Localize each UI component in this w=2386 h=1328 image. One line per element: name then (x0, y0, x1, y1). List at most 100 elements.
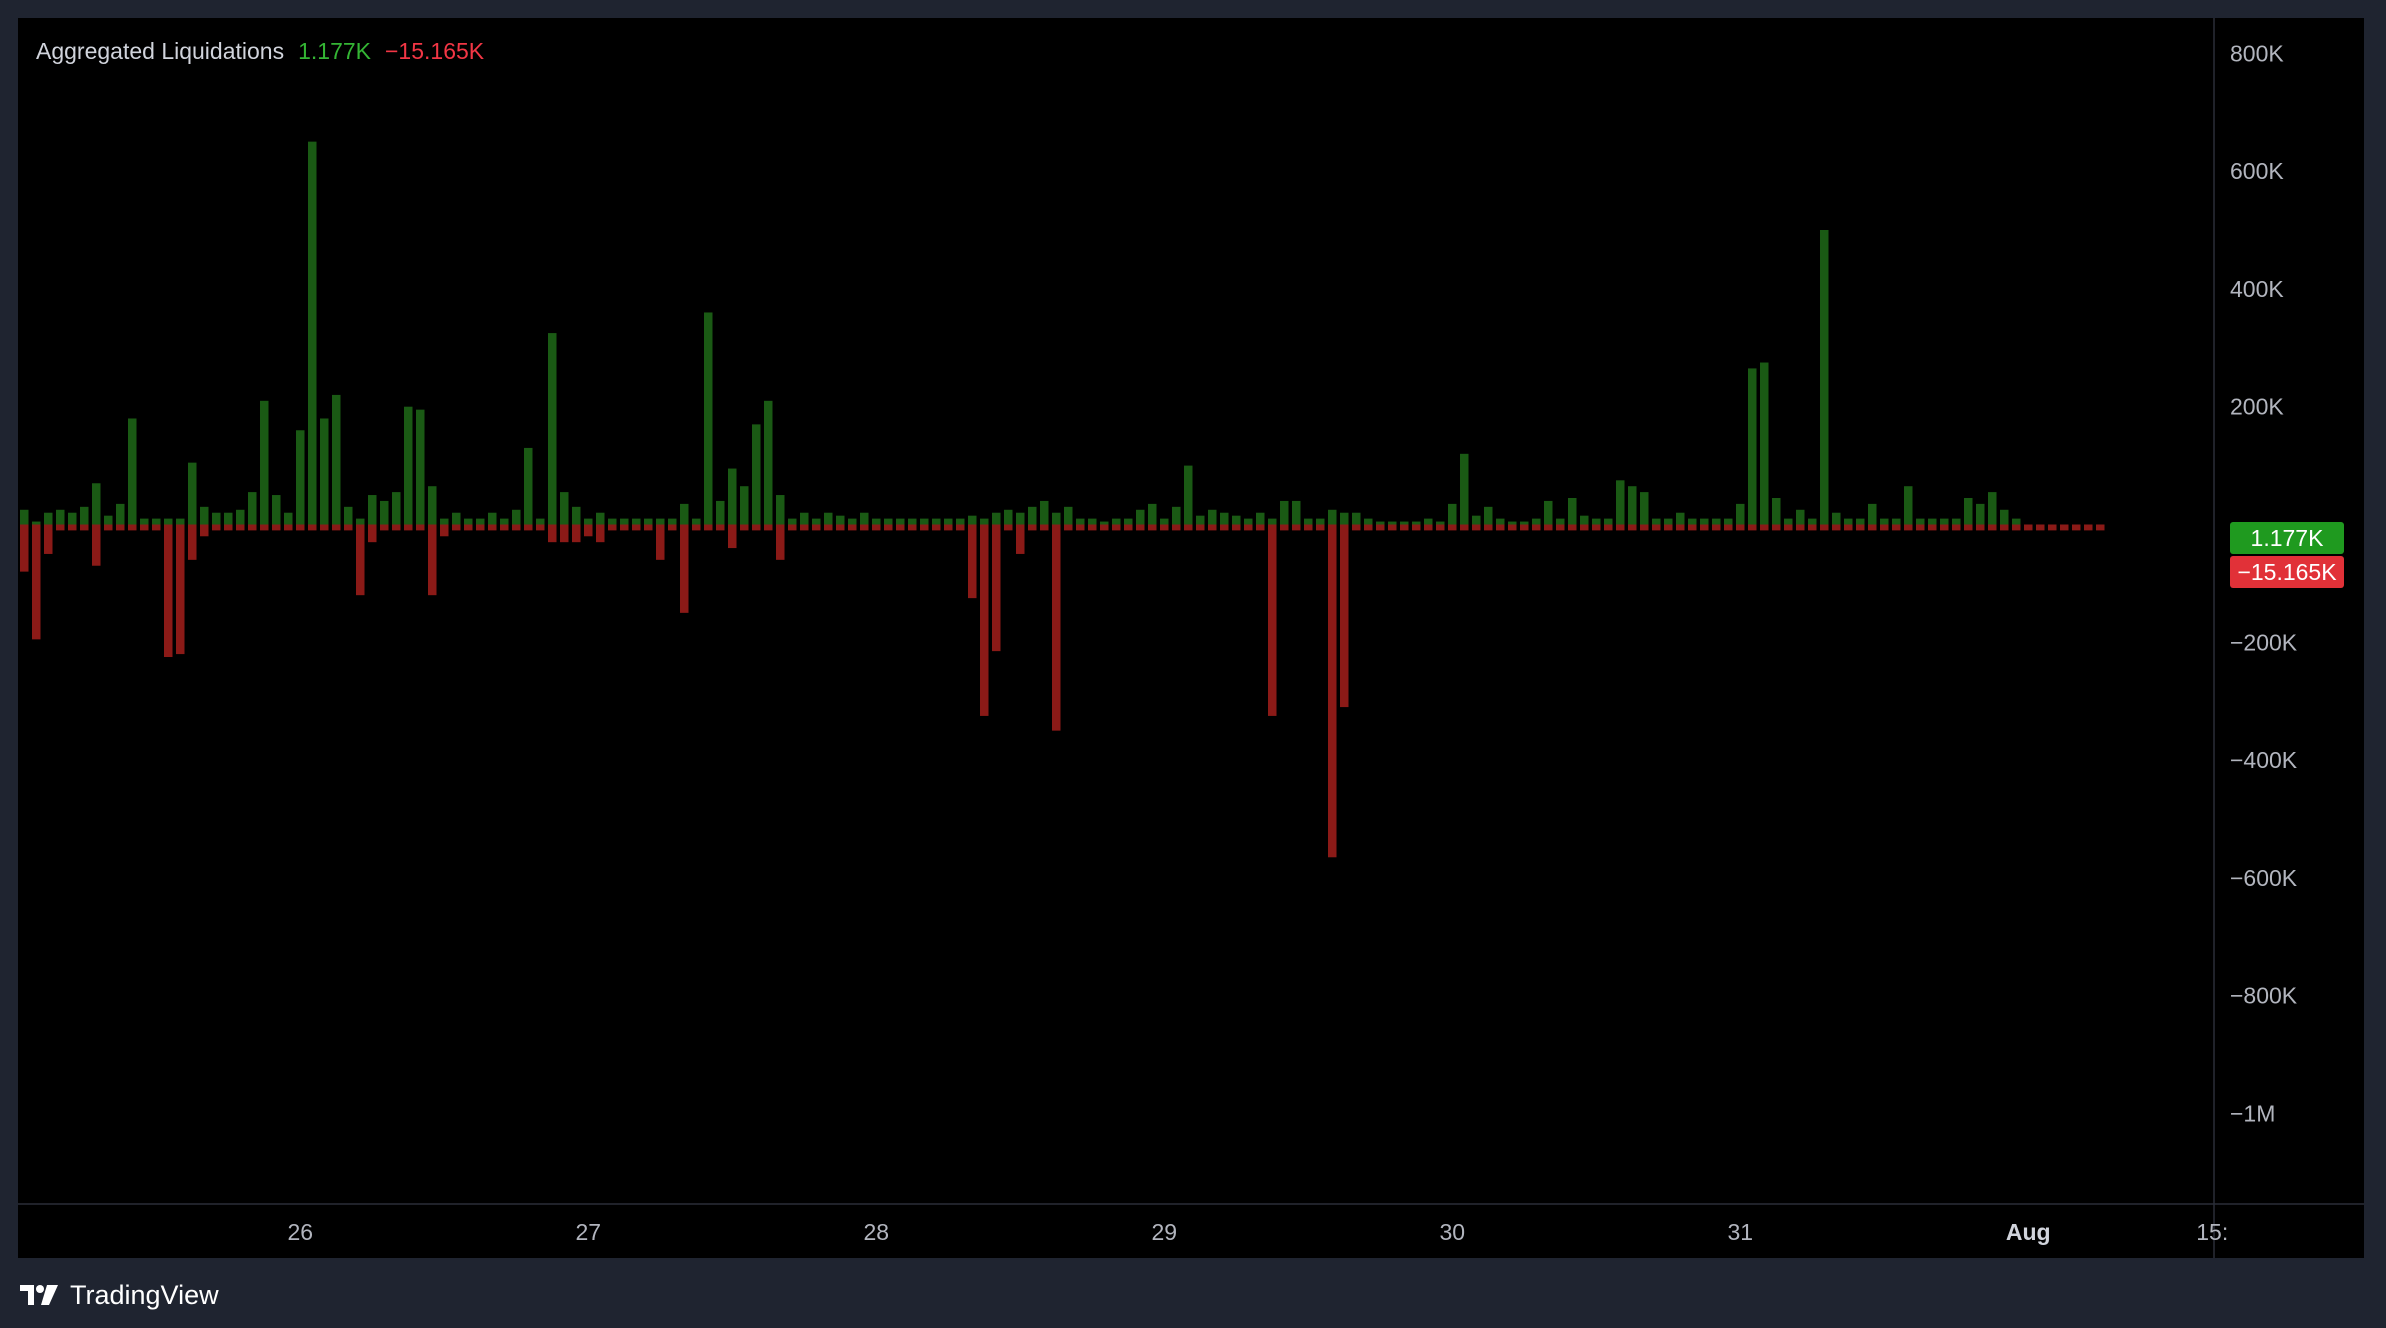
long-bar-84[interactable] (1028, 506, 1037, 525)
short-bar-47[interactable] (584, 524, 593, 537)
short-bar-45[interactable] (560, 524, 569, 543)
short-bar-65[interactable] (800, 524, 809, 531)
long-bar-157[interactable] (1904, 486, 1913, 525)
long-bar-115[interactable] (1400, 521, 1409, 525)
long-bar-164[interactable] (1988, 492, 1997, 525)
short-bar-130[interactable] (1580, 524, 1589, 531)
long-bar-82[interactable] (1004, 509, 1013, 525)
long-bar-45[interactable] (560, 492, 569, 525)
long-bar-65[interactable] (800, 512, 809, 525)
long-bar-88[interactable] (1076, 518, 1085, 525)
long-bar-103[interactable] (1256, 512, 1265, 525)
long-bar-52[interactable] (644, 518, 653, 525)
short-bar-38[interactable] (476, 524, 485, 531)
long-bar-163[interactable] (1976, 503, 1985, 525)
long-bar-128[interactable] (1556, 518, 1565, 525)
short-bar-87[interactable] (1064, 524, 1073, 531)
long-bar-98[interactable] (1196, 515, 1205, 525)
short-bar-0[interactable] (20, 524, 29, 572)
long-bar-94[interactable] (1148, 503, 1157, 525)
long-bar-127[interactable] (1544, 500, 1553, 525)
short-bar-100[interactable] (1220, 524, 1229, 531)
long-bar-132[interactable] (1604, 518, 1613, 525)
short-bar-143[interactable] (1736, 524, 1745, 531)
long-bar-31[interactable] (392, 492, 401, 525)
long-bar-161[interactable] (1952, 518, 1961, 525)
long-bar-100[interactable] (1220, 512, 1229, 525)
long-bar-158[interactable] (1916, 518, 1925, 525)
short-bar-162[interactable] (1964, 524, 1973, 531)
short-bar-72[interactable] (884, 524, 893, 531)
short-bar-154[interactable] (1868, 524, 1877, 531)
short-bar-2[interactable] (44, 524, 53, 554)
short-bar-28[interactable] (356, 524, 365, 596)
long-bar-57[interactable] (704, 312, 713, 525)
long-bar-91[interactable] (1112, 518, 1121, 525)
long-bar-6[interactable] (92, 483, 101, 525)
short-bar-139[interactable] (1688, 524, 1697, 531)
long-bar-58[interactable] (716, 500, 725, 525)
long-bar-40[interactable] (500, 518, 509, 525)
short-bar-115[interactable] (1400, 524, 1409, 531)
short-bar-44[interactable] (548, 524, 557, 543)
long-bar-30[interactable] (380, 500, 389, 525)
long-bar-96[interactable] (1172, 506, 1181, 525)
short-bar-57[interactable] (704, 524, 713, 531)
short-bar-136[interactable] (1652, 524, 1661, 531)
long-bar-86[interactable] (1052, 512, 1061, 525)
short-bar-73[interactable] (896, 524, 905, 531)
long-bar-116[interactable] (1412, 521, 1421, 525)
short-bar-165[interactable] (2000, 524, 2009, 531)
short-bar-75[interactable] (920, 524, 929, 531)
short-bar-37[interactable] (464, 524, 473, 531)
long-bar-51[interactable] (632, 518, 641, 525)
long-bar-9[interactable] (128, 418, 137, 525)
long-bar-141[interactable] (1712, 518, 1721, 525)
short-bar-35[interactable] (440, 524, 449, 537)
long-bar-80[interactable] (980, 518, 989, 525)
short-bar-78[interactable] (956, 524, 965, 531)
long-bar-109[interactable] (1328, 509, 1337, 525)
long-bar-36[interactable] (452, 512, 461, 525)
long-bar-8[interactable] (116, 503, 125, 525)
long-bar-90[interactable] (1100, 521, 1109, 525)
long-bar-33[interactable] (416, 409, 425, 525)
long-bar-53[interactable] (656, 518, 665, 525)
long-bar-48[interactable] (596, 512, 605, 525)
long-bar-93[interactable] (1136, 509, 1145, 525)
short-bar-49[interactable] (608, 524, 617, 531)
short-bar-138[interactable] (1676, 524, 1685, 531)
long-bar-129[interactable] (1568, 498, 1577, 525)
short-bar-95[interactable] (1160, 524, 1169, 531)
long-bar-5[interactable] (80, 506, 89, 525)
long-bar-144[interactable] (1748, 368, 1757, 525)
long-bar-124[interactable] (1508, 521, 1517, 525)
short-bar-150[interactable] (1820, 524, 1829, 531)
long-bar-1[interactable] (32, 521, 41, 525)
short-bar-163[interactable] (1976, 524, 1985, 531)
short-bar-13[interactable] (176, 524, 185, 655)
short-bar-90[interactable] (1100, 524, 1109, 531)
short-bar-120[interactable] (1460, 524, 1469, 531)
short-bar-17[interactable] (224, 524, 233, 531)
short-bar-167[interactable] (2024, 524, 2033, 531)
short-bar-152[interactable] (1844, 524, 1853, 531)
short-bar-101[interactable] (1232, 524, 1241, 531)
long-bar-29[interactable] (368, 495, 377, 525)
short-bar-74[interactable] (908, 524, 917, 531)
short-bar-168[interactable] (2036, 524, 2045, 531)
long-bar-139[interactable] (1688, 518, 1697, 525)
short-bar-159[interactable] (1928, 524, 1937, 531)
short-bar-60[interactable] (740, 524, 749, 531)
short-bar-125[interactable] (1520, 524, 1529, 531)
long-bar-87[interactable] (1064, 506, 1073, 525)
short-bar-69[interactable] (848, 524, 857, 531)
short-bar-144[interactable] (1748, 524, 1757, 531)
short-bar-81[interactable] (992, 524, 1001, 652)
long-bar-22[interactable] (284, 512, 293, 525)
short-bar-63[interactable] (776, 524, 785, 560)
short-bar-172[interactable] (2084, 524, 2093, 531)
short-bar-5[interactable] (80, 524, 89, 531)
short-bar-96[interactable] (1172, 524, 1181, 531)
short-bar-14[interactable] (188, 524, 197, 560)
